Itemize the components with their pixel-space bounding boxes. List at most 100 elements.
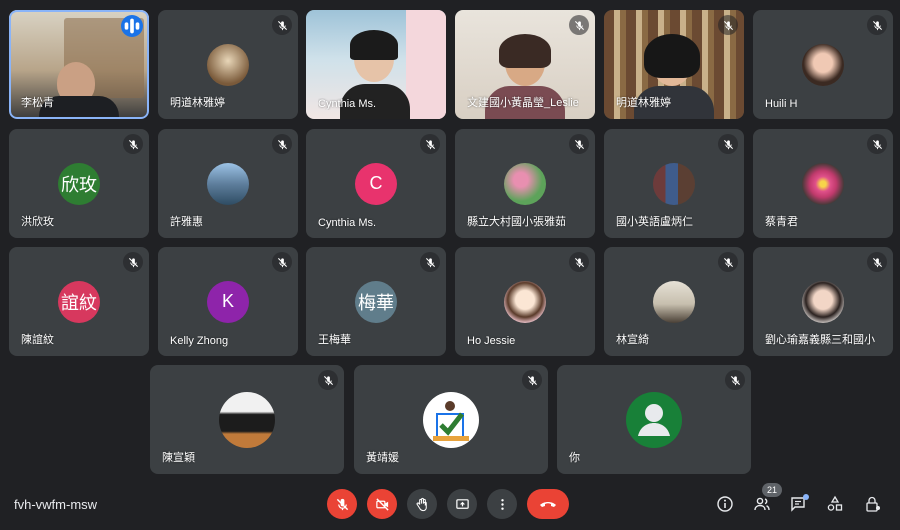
participant-tile[interactable]: 蔡青君 bbox=[753, 129, 893, 238]
participant-name: 黃靖媛 bbox=[366, 452, 399, 464]
participant-name: 王梅華 bbox=[318, 334, 351, 346]
participant-name: 許雅惠 bbox=[170, 216, 203, 228]
mic-off-icon bbox=[420, 134, 440, 154]
people-icon bbox=[754, 497, 770, 511]
speaking-indicator-icon bbox=[121, 15, 143, 37]
avatar bbox=[423, 391, 479, 448]
mic-off-icon bbox=[867, 134, 887, 154]
lock-person-icon bbox=[866, 496, 880, 512]
participant-tile[interactable]: 誼紋 陳誼紋 bbox=[9, 247, 149, 356]
participant-name: 縣立大村國小張雅茹 bbox=[467, 216, 566, 228]
avatar bbox=[802, 162, 844, 205]
mic-toggle-button[interactable] bbox=[327, 489, 357, 519]
participant-tile[interactable]: 欣玫 洪欣玫 bbox=[9, 129, 149, 238]
participant-name: 國小英語盧炳仁 bbox=[616, 216, 693, 228]
participant-tile[interactable]: K Kelly Zhong bbox=[158, 247, 298, 356]
mic-off-icon bbox=[318, 370, 338, 390]
participant-tile[interactable]: 明道林雅婷 bbox=[158, 10, 298, 119]
avatar-initials: 誼紋 bbox=[58, 280, 100, 323]
participant-tile[interactable]: 李松青 bbox=[9, 10, 149, 119]
mic-off-icon bbox=[718, 252, 738, 272]
avatar bbox=[653, 162, 695, 205]
avatar-initials: K bbox=[207, 280, 249, 323]
mic-off-icon bbox=[569, 134, 589, 154]
participant-tile[interactable]: Cynthia Ms. bbox=[306, 10, 446, 119]
avatar bbox=[504, 280, 546, 323]
participant-tile[interactable]: 黃靖媛 bbox=[354, 365, 548, 474]
mic-off-icon bbox=[336, 498, 348, 510]
host-controls-button[interactable] bbox=[860, 491, 886, 517]
participant-count-badge: 21 bbox=[762, 483, 782, 497]
participant-tile[interactable]: 劉心瑜嘉義縣三和國小 bbox=[753, 247, 893, 356]
avatar bbox=[207, 43, 249, 86]
participant-name: 明道林雅婷 bbox=[616, 97, 671, 109]
mic-off-icon bbox=[718, 134, 738, 154]
mic-off-icon bbox=[718, 15, 738, 35]
info-icon bbox=[717, 496, 733, 512]
activities-button[interactable] bbox=[822, 491, 848, 517]
more-options-button[interactable] bbox=[487, 489, 517, 519]
participant-tile[interactable]: 縣立大村國小張雅茹 bbox=[455, 129, 595, 238]
present-screen-button[interactable] bbox=[447, 489, 477, 519]
meeting-details-button[interactable] bbox=[712, 491, 738, 517]
meeting-code: fvh-vwfm-msw bbox=[14, 497, 98, 512]
participant-name: 陳宣穎 bbox=[162, 452, 195, 464]
participant-tile[interactable]: 陳宣穎 bbox=[150, 365, 344, 474]
camera-off-icon bbox=[375, 497, 389, 511]
mic-off-icon bbox=[272, 252, 292, 272]
chat-notification-dot bbox=[803, 494, 809, 500]
avatar-initials: C bbox=[355, 162, 397, 205]
participant-name: 文建國小黃晶瑩_Leslie bbox=[467, 97, 579, 109]
mic-off-icon bbox=[725, 370, 745, 390]
avatar-initials: 梅華 bbox=[355, 280, 397, 323]
raise-hand-button[interactable] bbox=[407, 489, 437, 519]
mic-off-icon bbox=[867, 15, 887, 35]
participant-name: 李松青 bbox=[21, 97, 54, 109]
avatar bbox=[802, 43, 844, 86]
more-vert-icon bbox=[500, 498, 504, 510]
mic-off-icon bbox=[123, 134, 143, 154]
participant-tile[interactable]: 明道林雅婷 bbox=[604, 10, 744, 119]
participant-tile[interactable]: 梅華 王梅華 bbox=[306, 247, 446, 356]
participant-tile[interactable]: Huili H bbox=[753, 10, 893, 119]
participant-name: Ho Jessie bbox=[467, 335, 516, 347]
camera-toggle-button[interactable] bbox=[367, 489, 397, 519]
avatar bbox=[653, 280, 695, 323]
participant-name: 蔡青君 bbox=[765, 216, 798, 228]
participant-name: 陳誼紋 bbox=[21, 334, 54, 346]
participant-tile[interactable]: 許雅惠 bbox=[158, 129, 298, 238]
participant-name: 你 bbox=[569, 452, 580, 464]
mic-off-icon bbox=[420, 252, 440, 272]
checkmark-illustration-icon bbox=[433, 400, 469, 441]
default-avatar-icon bbox=[626, 391, 682, 448]
avatar-initials: 欣玫 bbox=[58, 162, 100, 205]
mic-off-icon bbox=[569, 15, 589, 35]
participant-tile[interactable]: 文建國小黃晶瑩_Leslie bbox=[455, 10, 595, 119]
participant-tile[interactable]: Ho Jessie bbox=[455, 247, 595, 356]
participant-tile-self[interactable]: 你 bbox=[557, 365, 751, 474]
participant-name: Kelly Zhong bbox=[170, 335, 229, 347]
avatar bbox=[207, 162, 249, 205]
leave-call-button[interactable] bbox=[527, 489, 569, 519]
hand-icon bbox=[416, 497, 427, 511]
avatar bbox=[219, 391, 275, 448]
avatar bbox=[802, 280, 844, 323]
participant-name: 劉心瑜嘉義縣三和國小 bbox=[765, 334, 875, 346]
participant-name: Huili H bbox=[765, 98, 798, 110]
mic-off-icon bbox=[569, 252, 589, 272]
mic-off-icon bbox=[867, 252, 887, 272]
participant-tile[interactable]: C Cynthia Ms. bbox=[306, 129, 446, 238]
participant-tile[interactable]: 國小英語盧炳仁 bbox=[604, 129, 744, 238]
participant-name: 林宣綺 bbox=[616, 334, 649, 346]
participant-name: 明道林雅婷 bbox=[170, 97, 225, 109]
participant-tile[interactable]: 林宣綺 bbox=[604, 247, 744, 356]
activities-icon bbox=[827, 495, 843, 511]
participant-name: 洪欣玫 bbox=[21, 216, 54, 228]
mic-off-icon bbox=[522, 370, 542, 390]
present-icon bbox=[455, 498, 469, 509]
participant-name: Cynthia Ms. bbox=[318, 98, 377, 110]
end-call-icon bbox=[540, 502, 556, 507]
mic-off-icon bbox=[272, 15, 292, 35]
mic-off-icon bbox=[123, 252, 143, 272]
participant-name: Cynthia Ms. bbox=[318, 217, 377, 229]
